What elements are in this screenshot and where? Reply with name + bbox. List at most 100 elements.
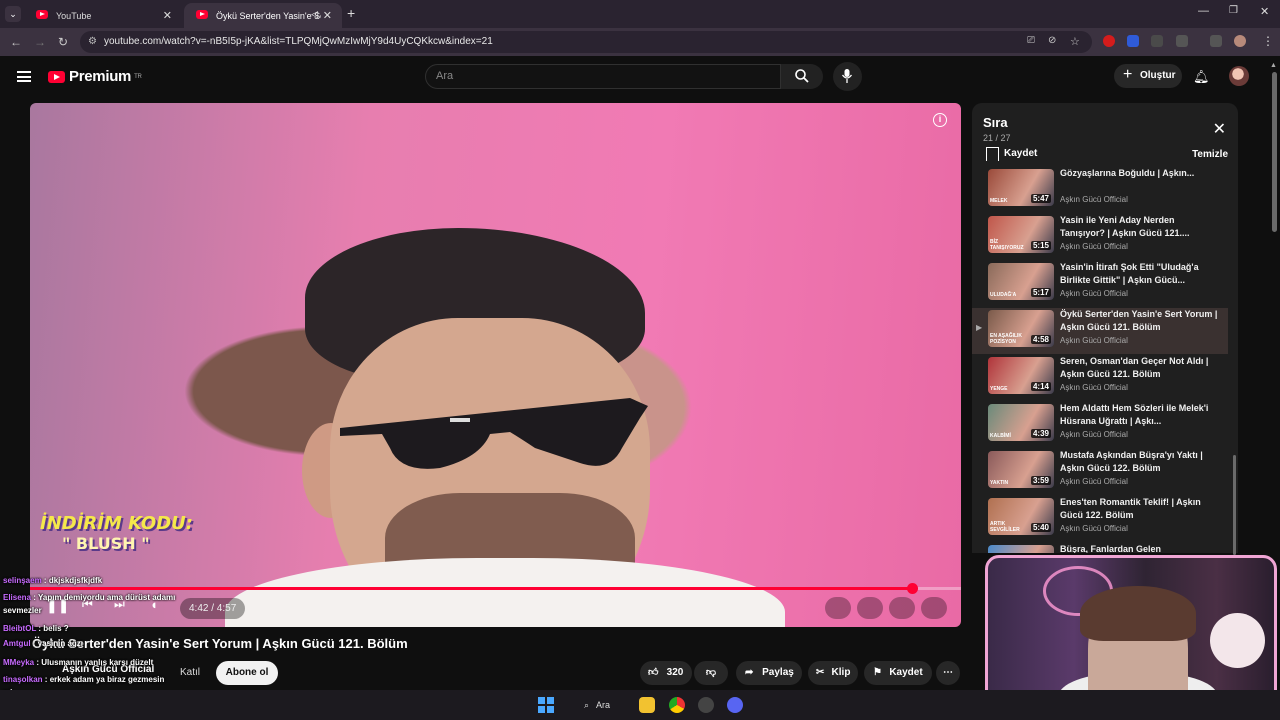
minimize-icon[interactable]: — [1198,5,1209,17]
site-info-icon[interactable]: ⚙ [88,31,97,53]
progress-scrubber[interactable] [906,583,918,594]
fullscreen-icon[interactable] [921,597,947,619]
queue-item-channel[interactable]: Aşkın Gücü Official [1060,336,1128,345]
subscribe-button[interactable]: Abone ol [216,661,278,685]
thumbnail-caption: ARTIK SEVGİLİLER [990,521,1020,533]
queue-thumbnail[interactable]: ULUDAĞ'A 5:17 [988,263,1054,300]
tab-list-chevron-icon[interactable]: ⌄ [5,6,21,22]
close-queue-icon[interactable]: ✕ [1213,119,1226,139]
extension-red-icon[interactable] [1103,35,1115,47]
reload-icon[interactable]: ↻ [58,35,68,49]
chrome-icon[interactable] [669,697,685,713]
progress-bar[interactable] [30,583,961,594]
queue-item-channel[interactable]: Aşkın Gücü Official [1060,430,1128,439]
queue-thumbnail[interactable]: MELEK 5:47 [988,169,1054,206]
save-button[interactable]: ⚑ Kaydet [864,661,932,685]
browser-tab-active[interactable]: Öykü Serter'den Yasin'e Se ◁ ✕ [184,3,342,28]
queue-clear-button[interactable]: Temizle [1192,149,1228,160]
app-icon[interactable] [698,697,714,713]
extension-translate-icon[interactable] [1127,35,1139,47]
subtitles-icon[interactable] [825,597,851,619]
address-field[interactable]: ⚙ youtube.com/watch?v=-nB5I5p-jKA&list=T… [80,31,1092,53]
queue-item[interactable]: MELEK 5:47 Gözyaşlarına Boğuldu | Aşkın...… [972,167,1228,213]
back-icon[interactable]: ← [10,35,22,49]
queue-item-title[interactable]: Mustafa Aşkından Büşra'yı Yaktı | Aşkın … [1060,449,1220,475]
queue-title: Sıra [983,115,1008,130]
close-window-icon[interactable]: ✕ [1260,5,1269,18]
new-tab-icon[interactable]: + [347,5,355,21]
queue-item-title[interactable]: Enes'ten Romantik Teklif! | Aşkın Gücü 1… [1060,496,1220,522]
queue-item[interactable]: YENGE 4:14 Seren, Osman'dan Geçer Not Aldı… [972,355,1228,401]
dislike-button[interactable]: 👎︎ [694,661,728,685]
clip-button[interactable]: ✂ Klip [808,661,858,685]
thumbs-down-icon: 👎︎ [705,667,717,678]
queue-thumbnail[interactable]: YAKTIN 3:59 [988,451,1054,488]
page-scrollbar[interactable] [1272,72,1277,232]
page-scroll-up-icon[interactable]: ▲ [1270,62,1277,69]
reading-list-icon[interactable] [1210,35,1222,47]
queue-item[interactable]: Büşra, Fanlardan Gelen Tepkilerinden Etk… [972,543,1228,553]
hide-eye-icon[interactable]: ⊘ [1048,35,1056,46]
browser-tab-youtube[interactable]: YouTube ✕ [24,3,182,28]
video-player[interactable]: İNDİRİM KODU: " BLUSH " i ❚❚ ⏮︎ ⏭︎ ◖ 4:4… [30,103,961,627]
queue-item[interactable]: ARTIK SEVGİLİLER 5:40 Enes'ten Romantik Te… [972,496,1228,542]
queue-item-current[interactable]: ▶ EN AŞAĞILIK POZİSYON 4:58 Öykü Serter'den… [972,308,1228,354]
account-avatar[interactable] [1229,66,1249,86]
discord-icon[interactable] [727,697,743,713]
queue-save-button[interactable]: Kaydet [986,147,1037,161]
queue-thumbnail[interactable]: ARTIK SEVGİLİLER 5:40 [988,498,1054,535]
youtube-premium-logo[interactable]: Premium TR [48,68,142,85]
windows-start-icon[interactable] [538,697,554,713]
queue-thumbnail[interactable]: EN AŞAĞILIK POZİSYON 4:58 [988,310,1054,347]
info-icon[interactable]: i [933,113,947,127]
extension-dark-icon[interactable] [1151,35,1163,47]
queue-item-channel[interactable]: Aşkın Gücü Official [1060,289,1128,298]
queue-item-title[interactable]: Yasin'in İtirafı Şok Etti "Uludağ'a Birl… [1060,261,1220,287]
share-button[interactable]: ➦ Paylaş [736,661,802,685]
hamburger-menu-icon[interactable] [17,71,31,82]
search-input[interactable]: Ara [425,64,781,89]
queue-item-channel[interactable]: Aşkın Gücü Official [1060,477,1128,486]
queue-item-title[interactable]: Hem Aldattı Hem Sözleri ile Melek'i Hüsr… [1060,402,1220,428]
extensions-puzzle-icon[interactable] [1176,35,1188,47]
notifications-bell-icon[interactable]: 🔔︎ [1193,69,1210,85]
taskbar-search[interactable]: ⌕ Ara [580,696,620,714]
more-actions-button[interactable]: ⋯ [936,661,960,685]
settings-gear-icon[interactable] [857,597,883,619]
queue-thumbnail[interactable]: YENGE 4:14 [988,357,1054,394]
queue-item[interactable]: YAKTIN 3:59 Mustafa Aşkından Büşra'yı Yakt… [972,449,1228,495]
browser-menu-icon[interactable]: ⋮ [1262,34,1274,48]
queue-item[interactable]: BİZ TANIŞIYORUZ 5:15 Yasin ile Yeni Aday N… [972,214,1228,260]
create-button[interactable]: Oluştur [1114,63,1182,88]
queue-thumbnail[interactable]: BİZ TANIŞIYORUZ 5:15 [988,216,1054,253]
theater-mode-icon[interactable] [889,597,915,619]
queue-item-title[interactable]: Yasin ile Yeni Aday Nerden Tanışıyor? | … [1060,214,1220,240]
file-explorer-icon[interactable] [639,697,655,713]
profile-avatar-icon[interactable] [1234,35,1246,47]
queue-item-channel[interactable]: Aşkın Gücü Official [1060,195,1128,204]
restore-icon[interactable]: ❐ [1229,5,1238,16]
queue-item[interactable]: ULUDAĞ'A 5:17 Yasin'in İtirafı Şok Etti "U… [972,261,1228,307]
bookmark-star-icon[interactable]: ☆ [1070,35,1080,48]
install-app-icon[interactable]: ⎚ [1027,35,1035,46]
queue-scrollbar[interactable] [1233,455,1236,555]
microphone-icon [841,69,853,83]
forward-icon[interactable]: → [34,35,46,49]
queue-item-title[interactable]: Öykü Serter'den Yasin'e Sert Yorum | Aşk… [1060,308,1220,334]
join-button[interactable]: Katıl [170,661,210,685]
queue-item-channel[interactable]: Aşkın Gücü Official [1060,242,1128,251]
queue-item-title[interactable]: Seren, Osman'dan Geçer Not Aldı | Aşkın … [1060,355,1220,381]
queue-thumbnail[interactable] [988,545,1054,553]
close-tab-icon[interactable]: ✕ [323,9,332,22]
queue-item-channel[interactable]: Aşkın Gücü Official [1060,383,1128,392]
queue-item-title[interactable]: Gözyaşlarına Boğuldu | Aşkın... [1060,167,1220,180]
queue-item[interactable]: KALBİMİ 4:39 Hem Aldattı Hem Sözleri ile M… [972,402,1228,448]
search-button[interactable] [781,64,823,89]
close-tab-icon[interactable]: ✕ [163,9,172,22]
speaker-icon[interactable]: ◁ [311,9,318,20]
voice-search-button[interactable] [833,62,862,91]
queue-thumbnail[interactable]: KALBİMİ 4:39 [988,404,1054,441]
like-button[interactable]: 👍︎ 320 [640,661,692,685]
queue-item-title[interactable]: Büşra, Fanlardan Gelen Tepkilerinden Etk… [1060,543,1220,553]
queue-item-channel[interactable]: Aşkın Gücü Official [1060,524,1128,533]
